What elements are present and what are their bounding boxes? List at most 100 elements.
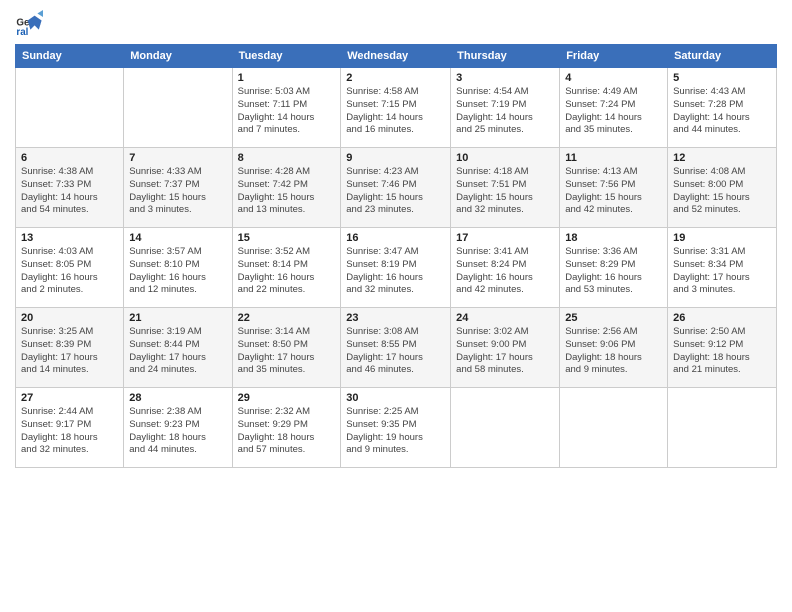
- day-info: Sunrise: 4:58 AM Sunset: 7:15 PM Dayligh…: [346, 86, 445, 137]
- day-number: 12: [673, 152, 771, 164]
- calendar-cell: 28 Sunrise: 2:38 AM Sunset: 9:23 PM Dayli…: [124, 388, 232, 468]
- day-info: Sunrise: 2:25 AM Sunset: 9:35 PM Dayligh…: [346, 406, 445, 457]
- page: Gene ral SundayMondayTuesdayWednesdayThu…: [0, 0, 792, 612]
- calendar-cell: 17Sunrise: 3:41 AM Sunset: 8:24 PM Dayli…: [451, 228, 560, 308]
- day-number: 9: [346, 152, 445, 164]
- day-number: 5: [673, 72, 771, 84]
- day-number: 1: [238, 72, 336, 84]
- day-number: 21: [129, 312, 226, 324]
- calendar-cell: 2 Sunrise: 4:58 AM Sunset: 7:15 PM Daylig…: [341, 68, 451, 148]
- day-number: 8: [238, 152, 336, 164]
- calendar-header-row: SundayMondayTuesdayWednesdayThursdayFrid…: [16, 45, 777, 68]
- calendar-week-row: 20 Sunrise: 3:25 AM Sunset: 8:39 PM Dayli…: [16, 308, 777, 388]
- calendar-week-row: 1 Sunrise: 5:03 AM Sunset: 7:11 PM Daylig…: [16, 68, 777, 148]
- day-info: Sunrise: 4:23 AM Sunset: 7:46 PM Dayligh…: [346, 166, 445, 217]
- calendar-cell: 15 Sunrise: 3:52 AM Sunset: 8:14 PM Dayli…: [232, 228, 341, 308]
- calendar-cell: 22 Sunrise: 3:14 AM Sunset: 8:50 PM Dayli…: [232, 308, 341, 388]
- calendar-cell: [124, 68, 232, 148]
- logo: Gene ral: [15, 10, 45, 38]
- calendar-cell: 13Sunrise: 4:03 AM Sunset: 8:05 PM Dayli…: [16, 228, 124, 308]
- calendar-table: SundayMondayTuesdayWednesdayThursdayFrid…: [15, 44, 777, 468]
- calendar-cell: 25 Sunrise: 2:56 AM Sunset: 9:06 PM Dayli…: [560, 308, 668, 388]
- day-info: Sunrise: 3:52 AM Sunset: 8:14 PM Dayligh…: [238, 246, 336, 297]
- day-number: 11: [565, 152, 662, 164]
- day-info: Sunrise: 4:54 AM Sunset: 7:19 PM Dayligh…: [456, 86, 554, 137]
- day-number: 22: [238, 312, 336, 324]
- day-info: Sunrise: 4:38 AM Sunset: 7:33 PM Dayligh…: [21, 166, 118, 217]
- calendar-cell: 23 Sunrise: 3:08 AM Sunset: 8:55 PM Dayli…: [341, 308, 451, 388]
- day-number: 27: [21, 392, 118, 404]
- calendar-cell: 3Sunrise: 4:54 AM Sunset: 7:19 PM Daylig…: [451, 68, 560, 148]
- calendar-cell: 12 Sunrise: 4:08 AM Sunset: 8:00 PM Dayli…: [668, 148, 777, 228]
- day-info: Sunrise: 2:32 AM Sunset: 9:29 PM Dayligh…: [238, 406, 336, 457]
- day-info: Sunrise: 4:08 AM Sunset: 8:00 PM Dayligh…: [673, 166, 771, 217]
- calendar-cell: 6 Sunrise: 4:38 AM Sunset: 7:33 PM Daylig…: [16, 148, 124, 228]
- day-number: 10: [456, 152, 554, 164]
- calendar-week-row: 27Sunrise: 2:44 AM Sunset: 9:17 PM Dayli…: [16, 388, 777, 468]
- day-number: 2: [346, 72, 445, 84]
- day-info: Sunrise: 4:28 AM Sunset: 7:42 PM Dayligh…: [238, 166, 336, 217]
- day-number: 26: [673, 312, 771, 324]
- day-info: Sunrise: 3:25 AM Sunset: 8:39 PM Dayligh…: [21, 326, 118, 377]
- calendar-header-friday: Friday: [560, 45, 668, 68]
- calendar-cell: 20 Sunrise: 3:25 AM Sunset: 8:39 PM Dayli…: [16, 308, 124, 388]
- calendar-cell: 14 Sunrise: 3:57 AM Sunset: 8:10 PM Dayli…: [124, 228, 232, 308]
- calendar-cell: 24 Sunrise: 3:02 AM Sunset: 9:00 PM Dayli…: [451, 308, 560, 388]
- day-number: 28: [129, 392, 226, 404]
- day-info: Sunrise: 4:18 AM Sunset: 7:51 PM Dayligh…: [456, 166, 554, 217]
- day-info: Sunrise: 2:38 AM Sunset: 9:23 PM Dayligh…: [129, 406, 226, 457]
- day-info: Sunrise: 3:19 AM Sunset: 8:44 PM Dayligh…: [129, 326, 226, 377]
- calendar-cell: 29Sunrise: 2:32 AM Sunset: 9:29 PM Dayli…: [232, 388, 341, 468]
- logo-icon: Gene ral: [15, 10, 43, 38]
- calendar-week-row: 13Sunrise: 4:03 AM Sunset: 8:05 PM Dayli…: [16, 228, 777, 308]
- calendar-cell: 10 Sunrise: 4:18 AM Sunset: 7:51 PM Dayli…: [451, 148, 560, 228]
- day-info: Sunrise: 4:03 AM Sunset: 8:05 PM Dayligh…: [21, 246, 118, 297]
- calendar-cell: 18 Sunrise: 3:36 AM Sunset: 8:29 PM Dayli…: [560, 228, 668, 308]
- calendar-cell: 19 Sunrise: 3:31 AM Sunset: 8:34 PM Dayli…: [668, 228, 777, 308]
- day-info: Sunrise: 5:03 AM Sunset: 7:11 PM Dayligh…: [238, 86, 336, 137]
- calendar-header-saturday: Saturday: [668, 45, 777, 68]
- day-info: Sunrise: 3:47 AM Sunset: 8:19 PM Dayligh…: [346, 246, 445, 297]
- calendar-cell: [16, 68, 124, 148]
- day-number: 17: [456, 232, 554, 244]
- day-number: 20: [21, 312, 118, 324]
- calendar-cell: 7 Sunrise: 4:33 AM Sunset: 7:37 PM Daylig…: [124, 148, 232, 228]
- day-number: 18: [565, 232, 662, 244]
- calendar-cell: [451, 388, 560, 468]
- day-info: Sunrise: 3:31 AM Sunset: 8:34 PM Dayligh…: [673, 246, 771, 297]
- day-info: Sunrise: 2:50 AM Sunset: 9:12 PM Dayligh…: [673, 326, 771, 377]
- day-info: Sunrise: 4:33 AM Sunset: 7:37 PM Dayligh…: [129, 166, 226, 217]
- svg-text:ral: ral: [16, 27, 28, 38]
- day-info: Sunrise: 3:36 AM Sunset: 8:29 PM Dayligh…: [565, 246, 662, 297]
- calendar-cell: 11 Sunrise: 4:13 AM Sunset: 7:56 PM Dayli…: [560, 148, 668, 228]
- day-number: 6: [21, 152, 118, 164]
- day-number: 25: [565, 312, 662, 324]
- calendar-cell: 30 Sunrise: 2:25 AM Sunset: 9:35 PM Dayli…: [341, 388, 451, 468]
- calendar-cell: 5 Sunrise: 4:43 AM Sunset: 7:28 PM Daylig…: [668, 68, 777, 148]
- day-info: Sunrise: 3:08 AM Sunset: 8:55 PM Dayligh…: [346, 326, 445, 377]
- day-number: 19: [673, 232, 771, 244]
- day-number: 15: [238, 232, 336, 244]
- calendar-header-monday: Monday: [124, 45, 232, 68]
- day-number: 7: [129, 152, 226, 164]
- day-info: Sunrise: 4:13 AM Sunset: 7:56 PM Dayligh…: [565, 166, 662, 217]
- day-info: Sunrise: 4:49 AM Sunset: 7:24 PM Dayligh…: [565, 86, 662, 137]
- calendar-cell: 4Sunrise: 4:49 AM Sunset: 7:24 PM Daylig…: [560, 68, 668, 148]
- day-number: 24: [456, 312, 554, 324]
- day-number: 16: [346, 232, 445, 244]
- day-number: 23: [346, 312, 445, 324]
- day-info: Sunrise: 2:56 AM Sunset: 9:06 PM Dayligh…: [565, 326, 662, 377]
- calendar-cell: 1 Sunrise: 5:03 AM Sunset: 7:11 PM Daylig…: [232, 68, 341, 148]
- day-number: 30: [346, 392, 445, 404]
- calendar-header-tuesday: Tuesday: [232, 45, 341, 68]
- day-number: 14: [129, 232, 226, 244]
- calendar-cell: 26 Sunrise: 2:50 AM Sunset: 9:12 PM Dayli…: [668, 308, 777, 388]
- day-info: Sunrise: 3:14 AM Sunset: 8:50 PM Dayligh…: [238, 326, 336, 377]
- day-info: Sunrise: 3:57 AM Sunset: 8:10 PM Dayligh…: [129, 246, 226, 297]
- calendar-header-wednesday: Wednesday: [341, 45, 451, 68]
- day-info: Sunrise: 4:43 AM Sunset: 7:28 PM Dayligh…: [673, 86, 771, 137]
- calendar-week-row: 6 Sunrise: 4:38 AM Sunset: 7:33 PM Daylig…: [16, 148, 777, 228]
- day-info: Sunrise: 3:02 AM Sunset: 9:00 PM Dayligh…: [456, 326, 554, 377]
- calendar-cell: 27Sunrise: 2:44 AM Sunset: 9:17 PM Dayli…: [16, 388, 124, 468]
- calendar-cell: 8 Sunrise: 4:28 AM Sunset: 7:42 PM Daylig…: [232, 148, 341, 228]
